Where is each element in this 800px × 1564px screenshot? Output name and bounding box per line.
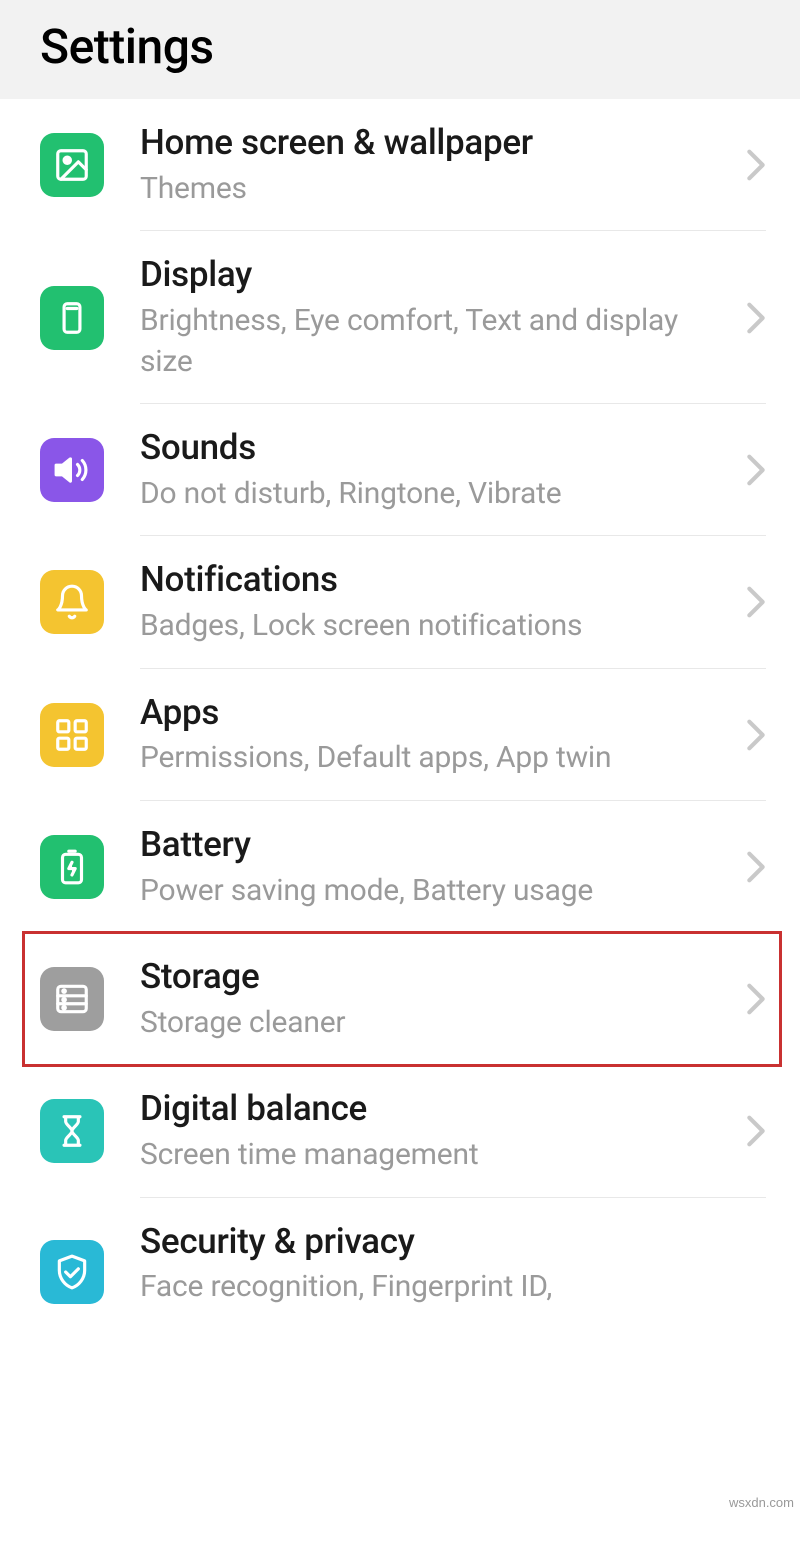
chevron-right-icon [746,148,766,182]
item-subtitle: Power saving mode, Battery usage [140,871,730,912]
storage-icon [40,967,104,1031]
item-title: Security & privacy [140,1220,730,1264]
item-title: Sounds [140,426,730,470]
settings-list: Home screen & wallpaper Themes Display B… [0,99,800,1316]
item-text: Sounds Do not disturb, Ringtone, Vibrate [140,426,746,514]
item-subtitle: Permissions, Default apps, App twin [140,738,730,779]
shield-icon [40,1240,104,1304]
item-title: Digital balance [140,1087,730,1131]
sound-icon [40,438,104,502]
item-text: Digital balance Screen time management [140,1087,746,1175]
apps-icon [40,703,104,767]
item-text: Security & privacy Face recognition, Fin… [140,1220,746,1308]
item-title: Storage [140,955,730,999]
chevron-right-icon [746,1114,766,1148]
item-subtitle: Face recognition, Fingerprint ID, [140,1267,730,1308]
chevron-right-icon [746,850,766,884]
item-subtitle: Themes [140,169,730,210]
display-icon [40,286,104,350]
item-text: Battery Power saving mode, Battery usage [140,823,746,911]
item-title: Notifications [140,558,730,602]
item-subtitle: Brightness, Eye comfort, Text and displa… [140,301,730,382]
hourglass-icon [40,1099,104,1163]
chevron-right-icon [746,718,766,752]
settings-item-security-privacy[interactable]: Security & privacy Face recognition, Fin… [0,1198,800,1316]
settings-item-apps[interactable]: Apps Permissions, Default apps, App twin [0,669,800,801]
item-title: Home screen & wallpaper [140,121,730,165]
settings-item-sounds[interactable]: Sounds Do not disturb, Ringtone, Vibrate [0,404,800,536]
chevron-right-icon [746,453,766,487]
item-title: Battery [140,823,730,867]
chevron-right-icon [746,982,766,1016]
item-subtitle: Screen time management [140,1135,730,1176]
chevron-right-icon [746,585,766,619]
watermark: wsxdn.com [729,1495,794,1510]
item-text: Home screen & wallpaper Themes [140,121,746,209]
settings-header: Settings [0,0,800,99]
page-title: Settings [40,18,760,75]
item-title: Apps [140,691,730,735]
item-subtitle: Storage cleaner [140,1003,730,1044]
item-text: Storage Storage cleaner [140,955,746,1043]
item-subtitle: Do not disturb, Ringtone, Vibrate [140,474,730,515]
settings-item-battery[interactable]: Battery Power saving mode, Battery usage [0,801,800,933]
settings-item-notifications[interactable]: Notifications Badges, Lock screen notifi… [0,536,800,668]
settings-item-display[interactable]: Display Brightness, Eye comfort, Text an… [0,231,800,404]
item-subtitle: Badges, Lock screen notifications [140,606,730,647]
chevron-right-icon [746,301,766,335]
battery-icon [40,835,104,899]
settings-item-home-screen[interactable]: Home screen & wallpaper Themes [0,99,800,231]
item-text: Apps Permissions, Default apps, App twin [140,691,746,779]
item-text: Display Brightness, Eye comfort, Text an… [140,253,746,382]
bell-icon [40,570,104,634]
wallpaper-icon [40,133,104,197]
item-title: Display [140,253,730,297]
settings-item-digital-balance[interactable]: Digital balance Screen time management [0,1065,800,1197]
item-text: Notifications Badges, Lock screen notifi… [140,558,746,646]
settings-item-storage[interactable]: Storage Storage cleaner [0,933,800,1065]
